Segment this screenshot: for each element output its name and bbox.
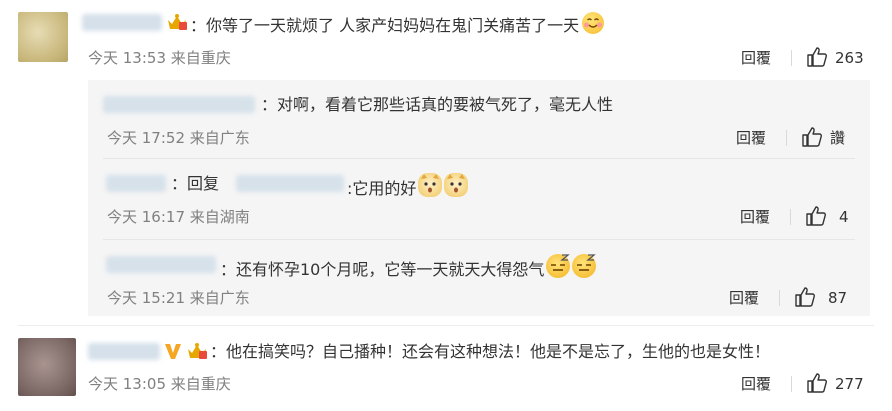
smile-emoji-icon [582,12,605,34]
divider [779,290,780,306]
like-count: 讚 [830,129,846,147]
sleepy-emoji-icon [546,254,571,278]
comment-text: ：他在搞笑吗？自己播种！还会有这种想法！他是不是忘了，生他的也是女性！ [210,342,771,361]
timestamp: 今天 17:52 [107,129,185,147]
reply-meta: 今天 17:52 来自广东 [107,128,250,148]
location: 来自重庆 [170,375,231,393]
comment-meta: 今天 13:53 来自重庆 [88,48,231,68]
reply-button[interactable]: 回覆 [736,128,766,148]
reply-text: ：对啊，看着它那些话真的要被气死了，毫无人性 [261,95,614,114]
location: 来自广东 [189,289,250,307]
divider [103,239,855,240]
reply-button[interactable]: 回覆 [741,48,771,68]
comment-text: ：你等了一天就烦了 人家产妇妈妈在鬼门关痛苦了一天 [190,12,605,37]
timestamp: 今天 16:17 [107,208,185,226]
thumbs-up-icon[interactable] [806,46,828,68]
username-blurred[interactable] [82,14,162,31]
thumbs-up-icon[interactable] [794,286,816,308]
reply-meta: 今天 15:21 来自广东 [107,288,250,308]
reply-text: ：还有怀孕10个月呢，它等一天就天大得怨气 [220,254,597,281]
divider [790,209,791,225]
location: 来自广东 [189,129,250,147]
avatar[interactable] [18,338,76,396]
cat-emoji-icon [444,173,469,197]
like-count: 263 [835,49,864,67]
like-count: 4 [839,208,849,226]
divider [791,50,792,66]
like-count: 87 [828,289,848,307]
timestamp: 今天 15:21 [107,289,185,307]
location: 来自重庆 [170,49,231,67]
cat-emoji-icon [418,173,443,197]
reply-text: :它用的好 [347,173,469,200]
timestamp: 今天 13:53 [88,49,166,67]
reply-button[interactable]: 回覆 [729,288,759,308]
reply-meta: 今天 16:17 来自湖南 [107,207,250,227]
verified-v-icon [165,344,181,359]
avatar[interactable] [18,12,68,62]
username-blurred[interactable] [103,96,255,113]
divider [786,130,787,146]
thumbs-up-icon[interactable] [805,205,827,227]
divider [18,325,874,326]
username-blurred[interactable] [106,256,216,273]
comment-meta: 今天 13:05 来自重庆 [88,374,231,394]
divider [103,158,855,159]
crown-badge-icon [188,343,207,359]
reply-button[interactable]: 回覆 [740,207,770,227]
location: 来自湖南 [189,208,250,226]
username-blurred[interactable] [88,343,160,360]
reply-button[interactable]: 回覆 [741,374,771,394]
reply-prefix: ：回复 [171,174,220,193]
like-count: 277 [835,375,864,393]
divider [791,376,792,392]
username-blurred[interactable] [106,175,166,192]
sleepy-emoji-icon [572,254,597,278]
crown-badge-icon [168,14,187,30]
timestamp: 今天 13:05 [88,375,166,393]
mentioned-user-blurred[interactable] [236,175,344,192]
thumbs-up-icon[interactable] [806,372,828,394]
thumbs-up-icon[interactable] [801,126,823,148]
